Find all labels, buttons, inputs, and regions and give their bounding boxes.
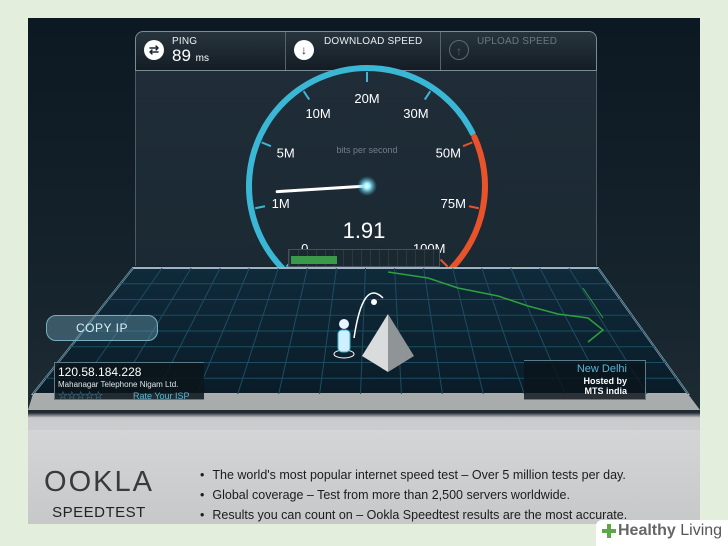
gauge-tick: [302, 90, 311, 101]
feature-list: The world's most popular internet speed …: [200, 468, 627, 524]
gauge-tick-label: 30M: [403, 106, 428, 121]
speed-reading: 1.91: [343, 218, 386, 243]
watermark-text: Healthy Living: [618, 522, 723, 539]
gauge-tick-label: 20M: [354, 91, 379, 106]
gauge-needle: [275, 184, 369, 194]
gauge-tick: [462, 141, 473, 148]
gauge-unit-label: bits per second: [336, 145, 397, 155]
server-host: MTS india: [584, 386, 628, 396]
speedtest-wordmark: SPEEDTEST: [52, 504, 146, 521]
server-hosted-label: Hosted by: [583, 376, 627, 386]
speed-gauge: 01M5M10M20M30M50M75M100M bits per second…: [246, 65, 488, 273]
gauge-tick-label: 10M: [305, 106, 330, 121]
speedtest-screen: ⇄ PING 89 ms ↓ DOWNLOAD SPEED ↑ UPLOAD S…: [28, 18, 700, 524]
client-ip: 120.58.184.228: [58, 365, 142, 379]
branding-area: OOKLA SPEEDTEST The world's most popular…: [28, 430, 700, 524]
client-info-box: 120.58.184.228 Mahanagar Telephone Nigam…: [54, 362, 204, 402]
rating-stars[interactable]: ☆☆☆☆☆: [58, 389, 103, 402]
gauge-tick-label: 1M: [272, 196, 290, 211]
gauge-tick: [468, 205, 480, 210]
rate-isp-link[interactable]: Rate Your ISP: [133, 391, 190, 401]
map-floor: [28, 267, 700, 410]
user-icon: [337, 319, 351, 353]
server-info-box: New Delhi Hosted by MTS india: [524, 360, 646, 400]
page-frame: ⇄ PING 89 ms ↓ DOWNLOAD SPEED ↑ UPLOAD S…: [0, 0, 728, 546]
gauge-tick: [254, 205, 266, 210]
feature-item: The world's most popular internet speed …: [200, 468, 627, 482]
feature-item: Global coverage – Test from more than 2,…: [200, 488, 627, 502]
server-city: New Delhi: [576, 363, 627, 375]
copy-ip-button[interactable]: COPY IP: [46, 315, 158, 341]
client-isp: Mahanagar Telephone Nigam Ltd.: [58, 380, 179, 389]
cross-icon: [602, 524, 616, 538]
gauge-tick-label: 5M: [277, 145, 295, 160]
gauge-hub: [357, 176, 377, 196]
ookla-logo: OOKLA: [44, 466, 154, 498]
gauge-tick: [261, 141, 272, 148]
gauge-tick: [423, 90, 432, 101]
gauge-tick-label: 50M: [436, 145, 461, 160]
gauge-tick-label: 75M: [441, 196, 466, 211]
feature-item: Results you can count on – Ookla Speedte…: [200, 508, 627, 522]
watermark: Healthy Living: [596, 520, 728, 546]
